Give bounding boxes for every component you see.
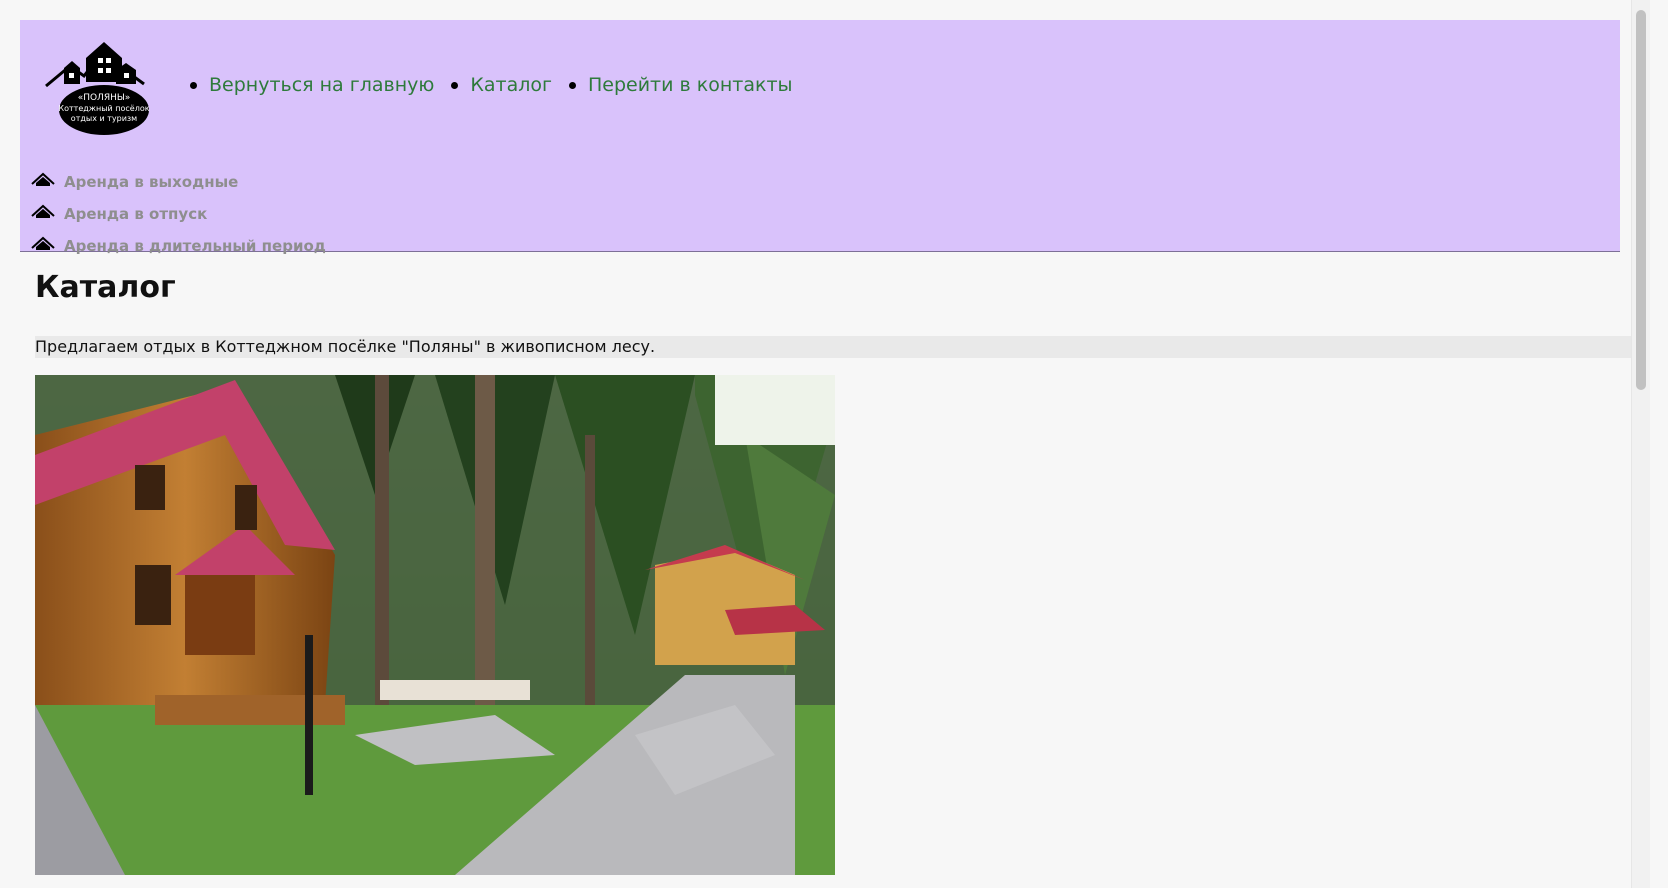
rental-link-weekend[interactable]: Аренда в выходные bbox=[64, 173, 238, 191]
nav-link-contacts[interactable]: Перейти в контакты bbox=[588, 74, 793, 96]
main-nav-item-home: Вернуться на главную bbox=[190, 74, 434, 96]
rental-link-vacation[interactable]: Аренда в отпуск bbox=[64, 205, 207, 223]
house-icon bbox=[31, 236, 55, 250]
main-nav-item-catalog: Каталог bbox=[451, 74, 552, 96]
main-nav-item-contacts: Перейти в контакты bbox=[568, 74, 793, 96]
vertical-scrollbar[interactable] bbox=[1631, 0, 1650, 888]
rental-nav-item-long-term: Аренда в длительный период bbox=[31, 230, 326, 262]
rental-link-long-term[interactable]: Аренда в длительный период bbox=[64, 237, 326, 255]
intro-text: Предлагаем отдых в Коттеджном посёлке "П… bbox=[35, 336, 1635, 358]
rental-nav: Аренда в выходные Аренда в отпуск Аренда… bbox=[31, 166, 326, 262]
house-icon bbox=[31, 172, 55, 186]
rental-nav-item-vacation: Аренда в отпуск bbox=[31, 198, 326, 230]
bullet-icon bbox=[451, 81, 459, 89]
bullet-icon bbox=[568, 81, 576, 89]
cottage-photo bbox=[35, 375, 835, 875]
house-icon bbox=[31, 204, 55, 218]
logo-text-name: «ПОЛЯНЫ» bbox=[78, 93, 131, 103]
main-nav: Вернуться на главную Каталог Перейти в к… bbox=[190, 74, 810, 96]
scrollbar-thumb[interactable] bbox=[1636, 10, 1646, 390]
site-header: «ПОЛЯНЫ» Коттеджный посёлок отдых и тури… bbox=[20, 20, 1620, 255]
main-content: Каталог Предлагаем отдых в Коттеджном по… bbox=[35, 270, 1635, 358]
page-title: Каталог bbox=[35, 270, 176, 305]
logo-text-subtitle: Коттеджный посёлок bbox=[58, 104, 149, 113]
nav-link-home[interactable]: Вернуться на главную bbox=[209, 74, 434, 96]
bullet-icon bbox=[190, 81, 197, 89]
page: «ПОЛЯНЫ» Коттеджный посёлок отдых и тури… bbox=[0, 0, 1650, 888]
rental-nav-item-weekend: Аренда в выходные bbox=[31, 166, 326, 198]
nav-link-catalog[interactable]: Каталог bbox=[470, 74, 552, 96]
site-logo[interactable]: «ПОЛЯНЫ» Коттеджный посёлок отдых и тури… bbox=[40, 28, 150, 136]
logo-text-tagline: отдых и туризм bbox=[71, 114, 137, 123]
